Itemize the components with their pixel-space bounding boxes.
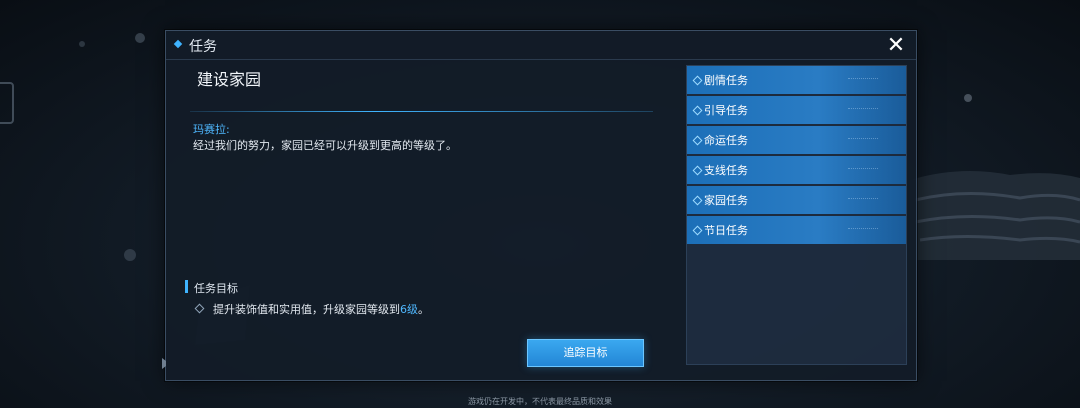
- tab-label: 支线任务: [704, 164, 748, 177]
- tab-side-quests[interactable]: 支线任务: [687, 156, 906, 184]
- diamond-icon: [692, 225, 703, 236]
- quest-title: 建设家园: [197, 70, 262, 89]
- tab-decoration: [848, 198, 878, 202]
- close-button[interactable]: ✕: [884, 34, 908, 58]
- diamond-icon: [692, 135, 703, 146]
- tab-label: 命运任务: [704, 134, 748, 147]
- diamond-icon: [692, 195, 703, 206]
- quest-dialogue: 经过我们的努力，家园已经可以升级到更高的等级了。: [193, 139, 457, 152]
- panel-corner-arrow-icon: [162, 358, 171, 369]
- objective-text: 提升装饰值和实用值，升级家园等级到: [213, 303, 400, 316]
- tab-story-quests[interactable]: 剧情任务: [687, 66, 906, 94]
- category-list: 剧情任务 引导任务 命运任务 支线任务 家园任务 节日任务: [687, 66, 906, 246]
- diamond-bullet-icon: [194, 303, 205, 314]
- left-edge-hex-frame: [0, 82, 14, 124]
- objective-text-end: 。: [418, 303, 429, 316]
- tab-festival-quests[interactable]: 节日任务: [687, 216, 906, 244]
- tab-label: 剧情任务: [704, 74, 748, 87]
- objective-heading: 任务目标: [194, 282, 238, 295]
- tab-decoration: [848, 78, 878, 82]
- speaker-name: 玛赛拉:: [193, 123, 230, 136]
- objective-item: 提升装饰值和实用值，升级家园等级到6级。: [194, 301, 429, 317]
- title-divider: [190, 111, 653, 112]
- objective-accent-bar: [185, 280, 188, 293]
- tab-label: 家园任务: [704, 194, 748, 207]
- track-objective-button[interactable]: 追踪目标: [527, 339, 644, 367]
- tab-decoration: [848, 138, 878, 142]
- diamond-icon: [692, 75, 703, 86]
- tab-decoration: [848, 108, 878, 112]
- diamond-icon: [692, 105, 703, 116]
- diamond-icon: [173, 39, 183, 49]
- tab-fate-quests[interactable]: 命运任务: [687, 126, 906, 154]
- window-title: 任务: [189, 39, 217, 55]
- quest-category-panel: 剧情任务 引导任务 命运任务 支线任务 家园任务 节日任务: [686, 65, 907, 365]
- tab-decoration: [848, 228, 878, 232]
- quest-window: 任务 ✕ 建设家园 玛赛拉: 经过我们的努力，家园已经可以升级到更高的等级了。 …: [165, 30, 917, 381]
- tab-label: 引导任务: [704, 104, 748, 117]
- tab-label: 节日任务: [704, 224, 748, 237]
- tab-guide-quests[interactable]: 引导任务: [687, 96, 906, 124]
- tab-home-quests[interactable]: 家园任务: [687, 186, 906, 214]
- tab-decoration: [848, 168, 878, 172]
- diamond-icon: [692, 165, 703, 176]
- development-disclaimer: 游戏仍在开发中，不代表最终品质和效果: [468, 397, 612, 406]
- objective-target-level: 6级: [400, 303, 418, 316]
- close-icon: ✕: [886, 33, 906, 58]
- window-header: 任务 ✕: [166, 31, 916, 60]
